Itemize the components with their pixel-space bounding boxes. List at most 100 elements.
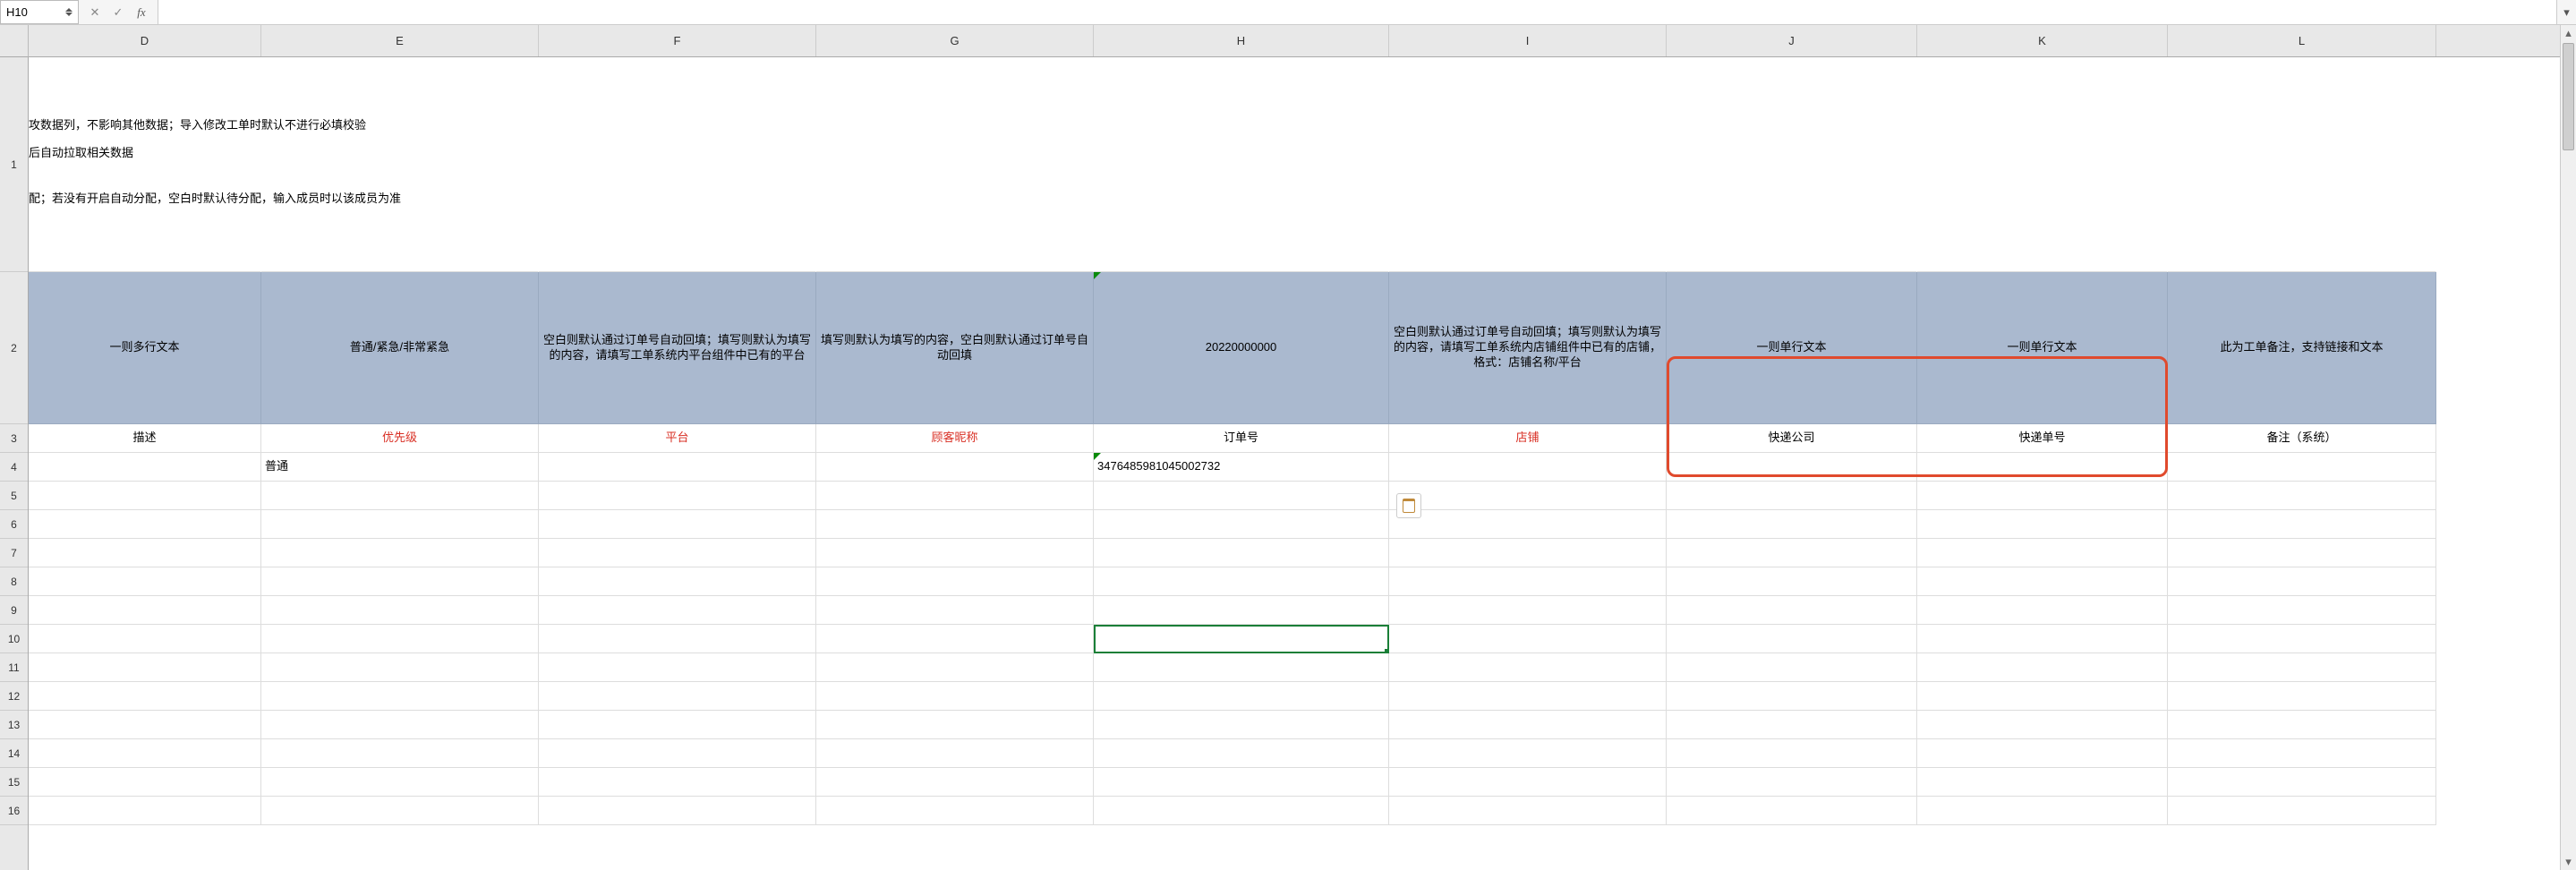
cell-F5[interactable] [539, 482, 816, 510]
cell-J6[interactable] [1667, 510, 1917, 539]
cell-G5[interactable] [816, 482, 1094, 510]
cell-L16[interactable] [2168, 797, 2436, 825]
cell-L4[interactable] [2168, 453, 2436, 482]
cell-H6[interactable] [1094, 510, 1389, 539]
cell-L13[interactable] [2168, 711, 2436, 739]
column-header-J[interactable]: J [1667, 25, 1917, 56]
row-header-2[interactable]: 2 [0, 272, 28, 424]
cell-J10[interactable] [1667, 625, 1917, 653]
cell-D10[interactable] [29, 625, 261, 653]
cell-F15[interactable] [539, 768, 816, 797]
cell-D15[interactable] [29, 768, 261, 797]
cell-I10[interactable] [1389, 625, 1667, 653]
cell-K2[interactable]: 一则单行文本 [1917, 272, 2168, 424]
grid[interactable]: 攻数据列，不影响其他数据；导入修改工单时默认不进行必填校验后自动拉取相关数据配；… [29, 57, 2560, 870]
cell-E8[interactable] [261, 567, 539, 596]
cell-H9[interactable] [1094, 596, 1389, 625]
cell-H3[interactable]: 订单号 [1094, 424, 1389, 453]
cell-D12[interactable] [29, 682, 261, 711]
cell-J16[interactable] [1667, 797, 1917, 825]
cell-J15[interactable] [1667, 768, 1917, 797]
cell-K6[interactable] [1917, 510, 2168, 539]
cell-E9[interactable] [261, 596, 539, 625]
row-header-11[interactable]: 11 [0, 653, 28, 682]
cell-H7[interactable] [1094, 539, 1389, 567]
cell-I3[interactable]: 店铺 [1389, 424, 1667, 453]
cell-G15[interactable] [816, 768, 1094, 797]
row-header-6[interactable]: 6 [0, 510, 28, 539]
cell-K15[interactable] [1917, 768, 2168, 797]
cell-K10[interactable] [1917, 625, 2168, 653]
cell-K16[interactable] [1917, 797, 2168, 825]
column-header-D[interactable]: D [29, 25, 261, 56]
cell-H13[interactable] [1094, 711, 1389, 739]
row-header-4[interactable]: 4 [0, 453, 28, 482]
row-header-8[interactable]: 8 [0, 567, 28, 596]
cell-K7[interactable] [1917, 539, 2168, 567]
scroll-down-button[interactable]: ▾ [2561, 854, 2576, 870]
cell-K3[interactable]: 快递单号 [1917, 424, 2168, 453]
row-header-1[interactable]: 1 [0, 57, 28, 272]
cell-E1[interactable] [261, 57, 539, 272]
cell-E14[interactable] [261, 739, 539, 768]
cell-F13[interactable] [539, 711, 816, 739]
cell-L15[interactable] [2168, 768, 2436, 797]
cell-L9[interactable] [2168, 596, 2436, 625]
cell-G6[interactable] [816, 510, 1094, 539]
cell-H11[interactable] [1094, 653, 1389, 682]
cell-F10[interactable] [539, 625, 816, 653]
name-box[interactable]: H10 [0, 0, 79, 24]
cell-J2[interactable]: 一则单行文本 [1667, 272, 1917, 424]
cell-J13[interactable] [1667, 711, 1917, 739]
column-header-F[interactable]: F [539, 25, 816, 56]
row-header-5[interactable]: 5 [0, 482, 28, 510]
row-header-15[interactable]: 15 [0, 768, 28, 797]
cell-J5[interactable] [1667, 482, 1917, 510]
cell-E11[interactable] [261, 653, 539, 682]
cell-F8[interactable] [539, 567, 816, 596]
row-header-9[interactable]: 9 [0, 596, 28, 625]
cell-D16[interactable] [29, 797, 261, 825]
cell-K4[interactable] [1917, 453, 2168, 482]
row-header-7[interactable]: 7 [0, 539, 28, 567]
fx-button[interactable]: fx [134, 5, 149, 20]
cell-E7[interactable] [261, 539, 539, 567]
cell-J11[interactable] [1667, 653, 1917, 682]
cell-F6[interactable] [539, 510, 816, 539]
cell-D2[interactable]: 一则多行文本 [29, 272, 261, 424]
cell-J8[interactable] [1667, 567, 1917, 596]
cell-L5[interactable] [2168, 482, 2436, 510]
cell-G14[interactable] [816, 739, 1094, 768]
cell-I4[interactable] [1389, 453, 1667, 482]
cell-G12[interactable] [816, 682, 1094, 711]
column-header-H[interactable]: H [1094, 25, 1389, 56]
row-header-13[interactable]: 13 [0, 711, 28, 739]
scroll-up-button[interactable]: ▴ [2561, 25, 2576, 41]
cell-K14[interactable] [1917, 739, 2168, 768]
cell-F14[interactable] [539, 739, 816, 768]
cell-H16[interactable] [1094, 797, 1389, 825]
cell-I7[interactable] [1389, 539, 1667, 567]
cell-H2[interactable]: 20220000000 [1094, 272, 1389, 424]
cell-F3[interactable]: 平台 [539, 424, 816, 453]
cell-L7[interactable] [2168, 539, 2436, 567]
cell-D4[interactable] [29, 453, 261, 482]
cell-E2[interactable]: 普通/紧急/非常紧急 [261, 272, 539, 424]
cell-H1[interactable] [1094, 57, 1389, 272]
cell-G10[interactable] [816, 625, 1094, 653]
cell-I5[interactable] [1389, 482, 1667, 510]
cell-D13[interactable] [29, 711, 261, 739]
cell-G3[interactable]: 顾客昵称 [816, 424, 1094, 453]
cell-I6[interactable] [1389, 510, 1667, 539]
row-header-12[interactable]: 12 [0, 682, 28, 711]
cell-H14[interactable] [1094, 739, 1389, 768]
cancel-button[interactable]: ✕ [88, 5, 102, 20]
cell-L11[interactable] [2168, 653, 2436, 682]
cell-K8[interactable] [1917, 567, 2168, 596]
column-header-L[interactable]: L [2168, 25, 2436, 56]
cell-F2[interactable]: 空白则默认通过订单号自动回填；填写则默认为填写的内容，请填写工单系统内平台组件中… [539, 272, 816, 424]
cell-L12[interactable] [2168, 682, 2436, 711]
cell-G9[interactable] [816, 596, 1094, 625]
cell-G1[interactable] [816, 57, 1094, 272]
cell-H8[interactable] [1094, 567, 1389, 596]
